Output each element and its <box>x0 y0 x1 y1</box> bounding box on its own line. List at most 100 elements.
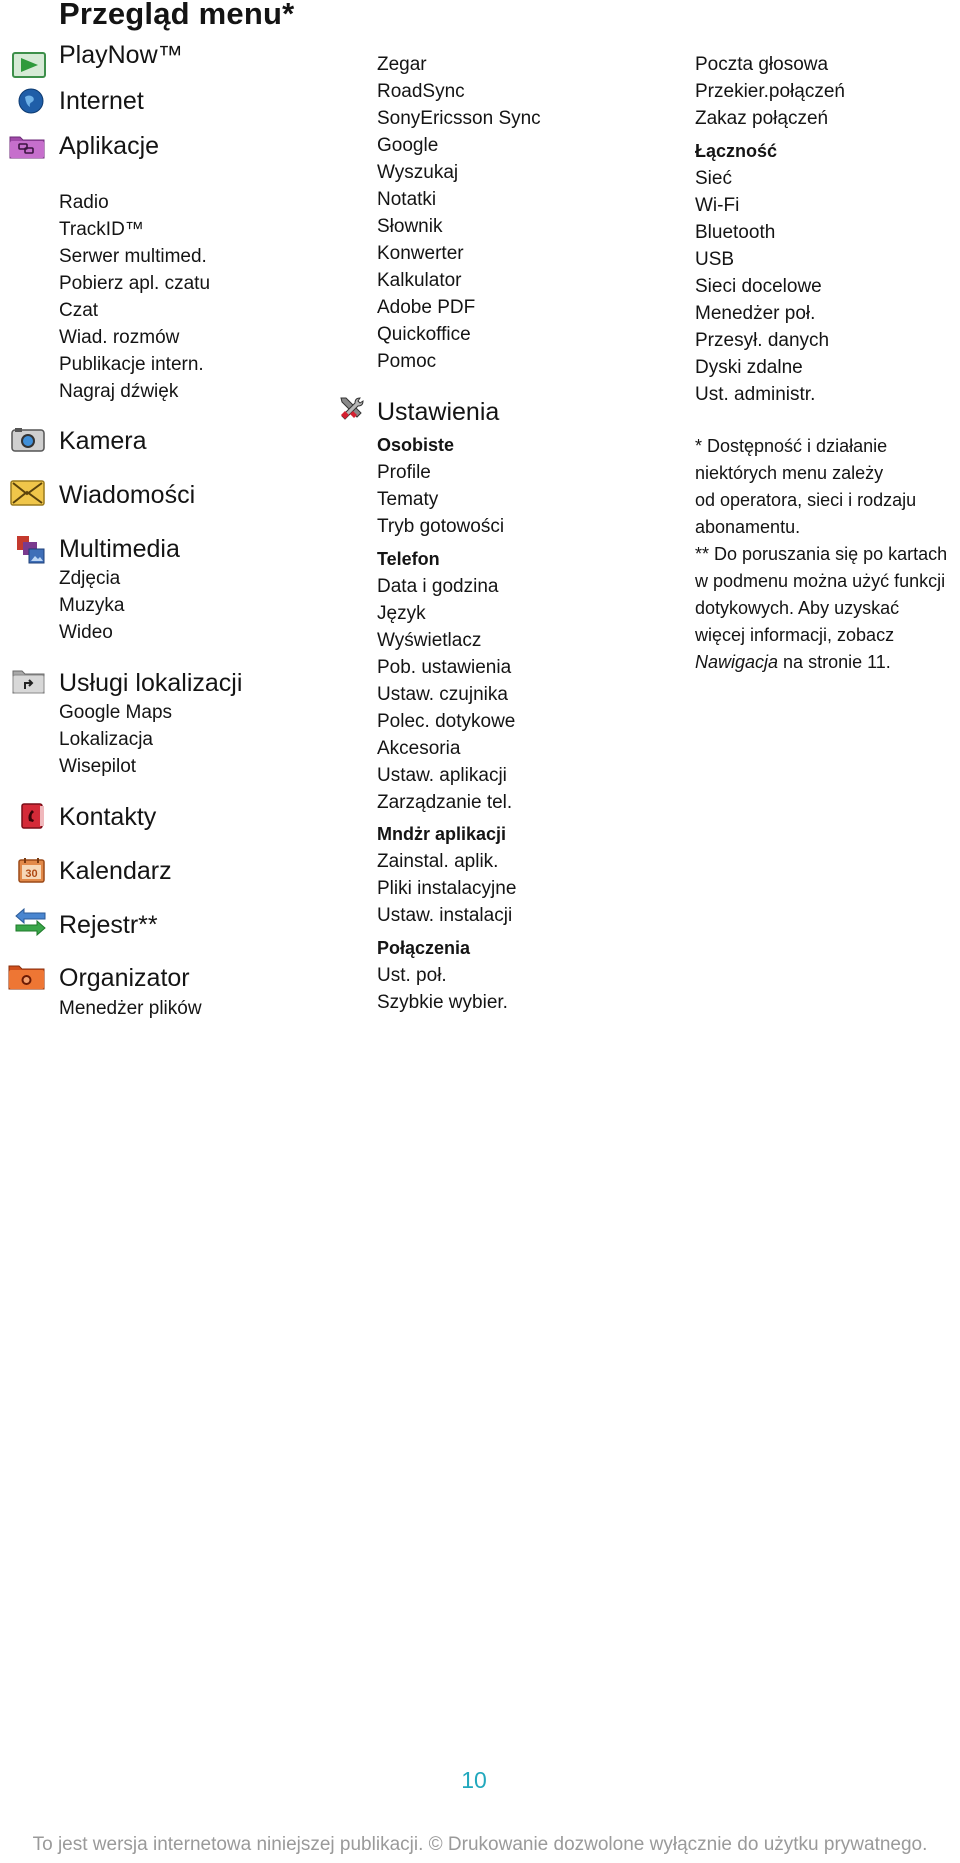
menu-item-ustawienia[interactable]: Ustawienia <box>377 398 499 427</box>
submenu-item[interactable]: Poczta głosowa <box>695 51 828 78</box>
submenu-item[interactable]: Menedżer poł. <box>695 300 815 327</box>
submenu-item[interactable]: Sieci docelowe <box>695 273 822 300</box>
playnow-icon <box>12 52 46 78</box>
submenu-item[interactable]: Wi-Fi <box>695 192 739 219</box>
menu-item-internet[interactable]: Internet <box>59 87 144 116</box>
note-line: w podmenu można użyć funkcji <box>695 571 946 591</box>
note-line-last: Nawigacja na stronie 11. <box>695 649 960 676</box>
submenu-item[interactable]: Kalkulator <box>377 267 462 294</box>
submenu-item[interactable]: Data i godzina <box>377 573 498 600</box>
note-line: niektórych menu zależy <box>695 463 884 483</box>
note-line: abonamentu. <box>695 517 801 537</box>
menu-item-kalendarz[interactable]: Kalendarz <box>59 857 172 886</box>
organizer-folder-icon <box>8 965 45 990</box>
envelope-icon <box>10 480 45 506</box>
phonebook-icon <box>21 803 44 829</box>
menu-item-kamera[interactable]: Kamera <box>59 427 147 456</box>
submenu-item[interactable]: Zdjęcia <box>59 565 120 592</box>
submenu-item[interactable]: Konwerter <box>377 240 464 267</box>
submenu-item[interactable]: Nagraj dźwięk <box>59 378 178 405</box>
submenu-item[interactable]: Zarządzanie tel. <box>377 789 512 816</box>
submenu-item[interactable]: Ustaw. czujnika <box>377 681 508 708</box>
menu-item-multimedia[interactable]: Multimedia <box>59 535 180 564</box>
tools-icon <box>340 397 364 420</box>
footnote-availability: * Dostępność i działanie niektórych menu… <box>695 433 960 541</box>
submenu-item[interactable]: Zakaz połączeń <box>695 105 828 132</box>
note-line: od operatora, sieci i rodzaju <box>695 490 917 510</box>
submenu-item[interactable]: Ust. poł. <box>377 962 447 989</box>
calendar-day: 30 <box>25 868 37 880</box>
submenu-item[interactable]: Google <box>377 132 438 159</box>
submenu-item[interactable]: Muzyka <box>59 592 124 619</box>
submenu-item[interactable]: Wisepilot <box>59 753 136 780</box>
submenu-item[interactable]: RoadSync <box>377 78 465 105</box>
submenu-item[interactable]: Radio <box>59 189 109 216</box>
multimedia-icon <box>17 536 45 564</box>
submenu-item[interactable]: Akcesoria <box>377 735 460 762</box>
submenu-item[interactable]: Wyszukaj <box>377 159 458 186</box>
submenu-item[interactable]: Bluetooth <box>695 219 775 246</box>
applications-folder-icon <box>9 136 45 159</box>
submenu-item[interactable]: Pob. ustawienia <box>377 654 511 681</box>
note-line: ** Do poruszania się po kartach <box>695 544 948 564</box>
globe-icon <box>18 88 44 114</box>
submenu-item[interactable]: Pliki instalacyjne <box>377 875 516 902</box>
submenu-item[interactable]: USB <box>695 246 734 273</box>
menu-item-rejestr[interactable]: Rejestr** <box>59 911 158 940</box>
submenu-item[interactable]: TrackID™ <box>59 216 144 243</box>
submenu-item[interactable]: Profile <box>377 459 431 486</box>
submenu-item[interactable]: Wyświetlacz <box>377 627 481 654</box>
footnote-navigation: ** Do poruszania się po kartach w podmen… <box>695 541 960 676</box>
submenu-item[interactable]: SonyEricsson Sync <box>377 105 541 132</box>
submenu-item[interactable]: Publikacje intern. <box>59 351 204 378</box>
menu-item-uslugi-lokalizacji[interactable]: Usługi lokalizacji <box>59 669 242 698</box>
submenu-item[interactable]: Lokalizacja <box>59 726 153 753</box>
submenu-item[interactable]: Wideo <box>59 619 113 646</box>
submenu-item[interactable]: Menedżer plików <box>59 995 202 1022</box>
submenu-item[interactable]: Serwer multimed. <box>59 243 207 270</box>
menu-item-wiadomosci[interactable]: Wiadomości <box>59 481 195 510</box>
submenu-item[interactable]: Sieć <box>695 165 732 192</box>
note-line: * Dostępność i działanie <box>695 436 888 456</box>
location-folder-icon <box>12 670 45 694</box>
submenu-item[interactable]: Ust. administr. <box>695 381 815 408</box>
submenu-heading: Telefon <box>377 549 440 569</box>
submenu-item[interactable]: Zainstal. aplik. <box>377 848 498 875</box>
submenu-item[interactable]: Tematy <box>377 486 438 513</box>
footer-copyright: To jest wersja internetowa niniejszej pu… <box>32 1834 928 1855</box>
page-number: 10 <box>461 1767 487 1793</box>
note-line: dotykowych. Aby uzyskać <box>695 598 900 618</box>
menu-item-playnow[interactable]: PlayNow™ <box>59 41 183 70</box>
navigation-link[interactable]: Nawigacja <box>695 652 778 672</box>
submenu-item[interactable]: Pobierz apl. czatu <box>59 270 210 297</box>
submenu-heading: Połączenia <box>377 938 471 958</box>
menu-item-kontakty[interactable]: Kontakty <box>59 803 156 832</box>
submenu-item[interactable]: Ustaw. aplikacji <box>377 762 507 789</box>
submenu-item[interactable]: Zegar <box>377 51 427 78</box>
camera-icon <box>11 428 45 452</box>
calendar-icon: 30 <box>18 858 45 883</box>
submenu-item[interactable]: Przesył. danych <box>695 327 829 354</box>
submenu-item[interactable]: Polec. dotykowe <box>377 708 515 735</box>
submenu-heading: Osobiste <box>377 435 455 455</box>
submenu-item[interactable]: Szybkie wybier. <box>377 989 508 1016</box>
menu-item-aplikacje[interactable]: Aplikacje <box>59 132 159 161</box>
submenu-item[interactable]: Tryb gotowości <box>377 513 504 540</box>
submenu-item[interactable]: Pomoc <box>377 348 436 375</box>
submenu-heading: Mndżr aplikacji <box>377 824 507 844</box>
submenu-item[interactable]: Czat <box>59 297 98 324</box>
submenu-item[interactable]: Google Maps <box>59 699 172 726</box>
menu-item-organizator[interactable]: Organizator <box>59 964 190 993</box>
page-title: Przegląd menu* <box>59 0 295 31</box>
submenu-item[interactable]: Ustaw. instalacji <box>377 902 512 929</box>
submenu-item[interactable]: Przekier.połączeń <box>695 78 845 105</box>
submenu-item[interactable]: Notatki <box>377 186 436 213</box>
submenu-item[interactable]: Quickoffice <box>377 321 471 348</box>
submenu-item[interactable]: Adobe PDF <box>377 294 475 321</box>
note-tail: na stronie 11. <box>778 652 891 672</box>
submenu-item[interactable]: Język <box>377 600 426 627</box>
submenu-item[interactable]: Dyski zdalne <box>695 354 803 381</box>
submenu-heading: Łączność <box>695 141 778 161</box>
submenu-item[interactable]: Wiad. rozmów <box>59 324 179 351</box>
submenu-item[interactable]: Słownik <box>377 213 442 240</box>
